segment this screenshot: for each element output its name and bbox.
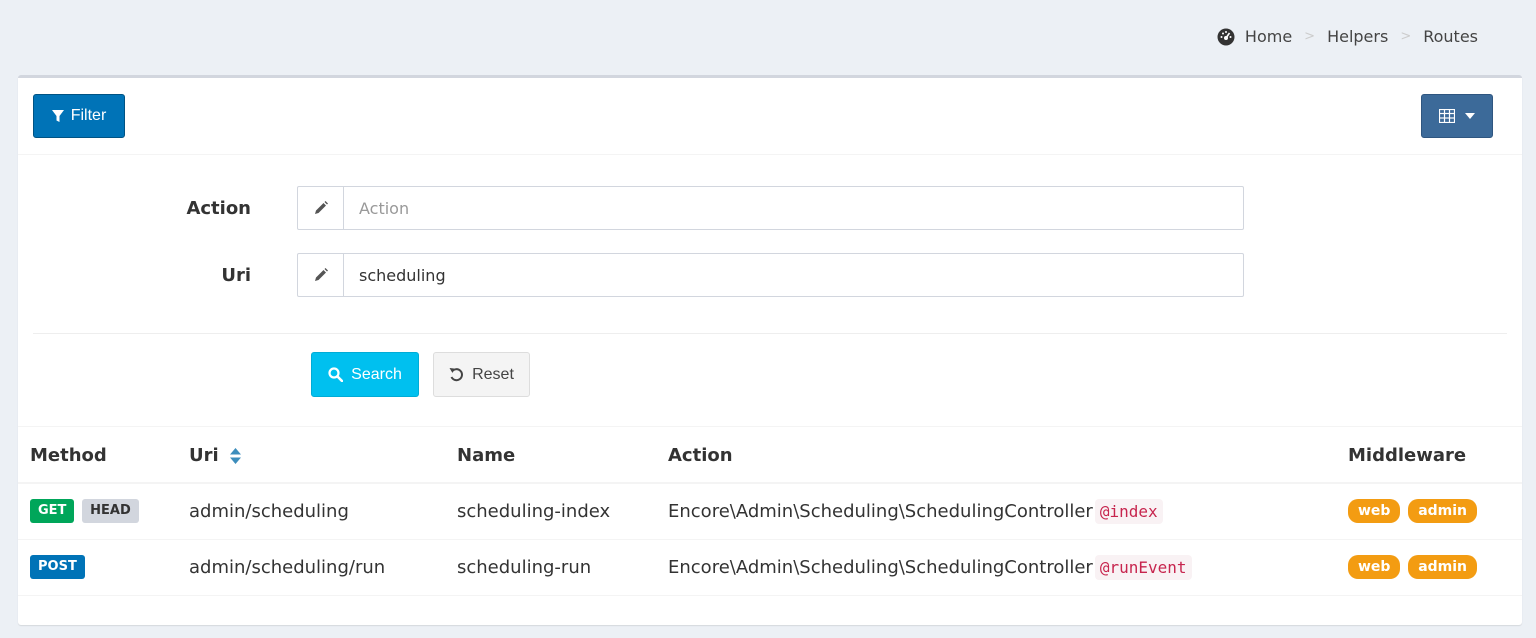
breadcrumb-separator: > [1400, 29, 1412, 44]
uri-input[interactable] [344, 254, 1243, 296]
action-cell: Encore\Admin\Scheduling\SchedulingContro… [668, 539, 1348, 596]
action-method: @index [1094, 498, 1163, 524]
routes-box: Filter Action Uri [18, 75, 1522, 625]
breadcrumb-routes: Routes [1423, 27, 1478, 46]
filter-actions: Search Reset [18, 335, 1522, 427]
search-button[interactable]: Search [311, 352, 419, 397]
pencil-icon [298, 254, 344, 296]
filter-row-action: Action [18, 186, 1522, 230]
action-method: @runEvent [1094, 554, 1192, 580]
dashboard-icon [1217, 28, 1235, 45]
search-button-label: Search [351, 365, 402, 383]
table-row: POST admin/scheduling/run scheduling-run… [18, 539, 1522, 596]
middleware-cell: web admin [1348, 483, 1522, 540]
action-input-group [297, 186, 1244, 230]
filter-row-uri: Uri [18, 253, 1522, 297]
name-cell: scheduling-index [457, 483, 668, 540]
filter-icon [51, 109, 64, 122]
middleware-badge-web: web [1348, 499, 1401, 524]
box-header: Filter [18, 78, 1522, 155]
middleware-badge-admin: admin [1408, 555, 1478, 579]
action-class: Encore\Admin\Scheduling\SchedulingContro… [668, 556, 1093, 578]
breadcrumb-separator: > [1304, 29, 1316, 44]
routes-table: Method Uri Name Action Middleware GET HE… [18, 428, 1522, 596]
filter-form: Action Uri [18, 155, 1522, 335]
column-selector-button[interactable] [1421, 94, 1493, 138]
column-header-uri-label: Uri [189, 444, 219, 466]
pencil-icon [298, 187, 344, 229]
method-cell: POST [18, 539, 189, 596]
column-header-name: Name [457, 428, 668, 484]
action-cell: Encore\Admin\Scheduling\SchedulingContro… [668, 483, 1348, 540]
action-input[interactable] [344, 187, 1243, 229]
table-header-row: Method Uri Name Action Middleware [18, 428, 1522, 484]
reset-button-label: Reset [472, 365, 514, 383]
middleware-badge-admin: admin [1408, 499, 1478, 524]
name-cell: scheduling-run [457, 539, 668, 596]
column-header-action: Action [668, 428, 1348, 484]
uri-cell: admin/scheduling/run [189, 539, 457, 596]
middleware-cell: web admin [1348, 539, 1522, 596]
middleware-badge-web: web [1348, 555, 1401, 579]
reset-button[interactable]: Reset [433, 352, 530, 397]
caret-down-icon [1465, 113, 1475, 119]
method-badge-post: POST [30, 555, 85, 579]
uri-cell: admin/scheduling [189, 483, 457, 540]
column-header-uri[interactable]: Uri [189, 428, 457, 484]
breadcrumb: Home > Helpers > Routes [1217, 27, 1478, 46]
form-divider [33, 333, 1507, 334]
filter-button-label: Filter [70, 107, 107, 124]
method-badge-head: HEAD [82, 499, 139, 524]
sort-icon[interactable] [229, 447, 241, 464]
table-row: GET HEAD admin/scheduling scheduling-ind… [18, 483, 1522, 540]
table-icon [1439, 109, 1455, 123]
filter-button[interactable]: Filter [33, 94, 125, 138]
breadcrumb-helpers[interactable]: Helpers [1327, 27, 1388, 46]
search-icon [328, 367, 344, 382]
uri-field-label: Uri [221, 265, 251, 286]
uri-input-group [297, 253, 1244, 297]
method-cell: GET HEAD [18, 483, 189, 540]
breadcrumb-home[interactable]: Home [1245, 27, 1292, 46]
action-field-label: Action [186, 198, 251, 219]
undo-icon [449, 368, 464, 382]
action-class: Encore\Admin\Scheduling\SchedulingContro… [668, 500, 1093, 522]
column-header-middleware: Middleware [1348, 428, 1522, 484]
column-header-method: Method [18, 428, 189, 484]
method-badge-get: GET [30, 499, 75, 524]
